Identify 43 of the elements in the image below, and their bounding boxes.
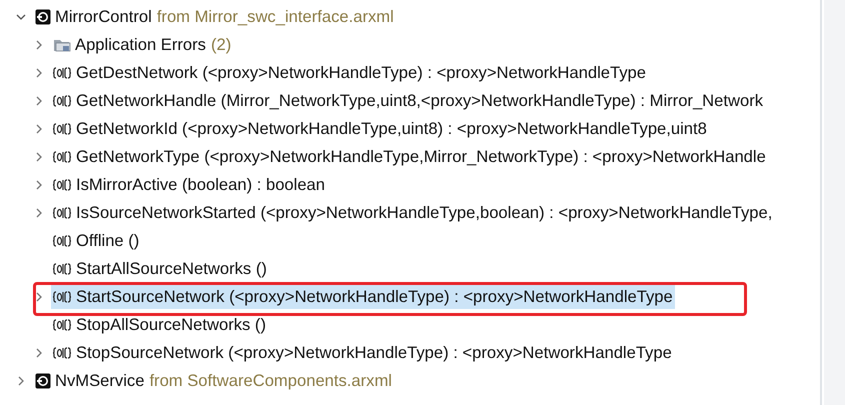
chevron-right-icon[interactable] — [34, 40, 44, 50]
tree-item[interactable]: GetNetworkId (<proxy>NetworkHandleType,uint8) : <proxy>NetworkHandleType,uint8 — [51, 117, 709, 141]
component-name: NvMService — [55, 371, 144, 391]
tree-item[interactable]: GetNetworkHandle (Mirror_NetworkType,uint8,<proxy>NetworkHandleType) : Mirror_Network — [51, 89, 766, 113]
component-icon — [35, 373, 51, 389]
chevron-right-icon[interactable] — [34, 124, 44, 134]
chevron-down-icon[interactable] — [16, 12, 26, 22]
chevron-right-icon[interactable] — [16, 376, 26, 386]
source-file: from SoftwareComponents.arxml — [149, 371, 392, 391]
chevron-right-icon[interactable] — [34, 348, 44, 358]
tree-item[interactable]: StartSourceNetwork (<proxy>NetworkHandleType) : <proxy>NetworkHandleType — [51, 285, 675, 309]
tree-item[interactable]: StopSourceNetwork (<proxy>NetworkHandleType) : <proxy>NetworkHandleType — [51, 341, 674, 365]
operation-icon — [53, 95, 71, 107]
tree-item[interactable]: IsMirrorActive (boolean) : boolean — [51, 173, 328, 197]
operation-icon — [53, 123, 71, 135]
chevron-right-icon[interactable] — [34, 96, 44, 106]
component-icon — [35, 9, 51, 25]
chevron-right-icon[interactable] — [34, 68, 44, 78]
operation-icon — [53, 319, 71, 331]
operation-icon — [53, 207, 71, 219]
operation-icon — [53, 67, 71, 79]
folder-icon — [53, 37, 71, 53]
component-name: MirrorControl — [55, 7, 152, 27]
tree-item[interactable]: Application Errors (2) — [51, 33, 234, 57]
operation-icon — [53, 347, 71, 359]
tree-item[interactable]: Offline () — [51, 229, 142, 253]
chevron-right-icon[interactable] — [34, 152, 44, 162]
tree-item[interactable]: MirrorControl from Mirror_swc_interface.arxml — [33, 5, 396, 29]
tree-item[interactable]: GetDestNetwork (<proxy>NetworkHandleType) : <proxy>NetworkHandleType — [51, 61, 648, 85]
source-file: from Mirror_swc_interface.arxml — [156, 7, 394, 27]
tree-item[interactable]: StopAllSourceNetworks () — [51, 313, 268, 337]
chevron-right-icon[interactable] — [34, 208, 44, 218]
tree-item[interactable]: IsSourceNetworkStarted (<proxy>NetworkHandleType,boolean) : <proxy>NetworkHandleType, — [51, 201, 774, 225]
operation-icon — [53, 235, 71, 247]
tree-item[interactable]: StartAllSourceNetworks () — [51, 257, 269, 281]
chevron-right-icon[interactable] — [34, 292, 44, 302]
operation-icon — [53, 291, 71, 303]
operation-icon — [53, 151, 71, 163]
operation-icon — [53, 263, 71, 275]
tree-item[interactable]: GetNetworkType (<proxy>NetworkHandleType,Mirror_NetworkType) : <proxy>NetworkHandle — [51, 145, 768, 169]
operation-icon — [53, 179, 71, 191]
chevron-right-icon[interactable] — [34, 180, 44, 190]
tree-item[interactable]: NvMService from SoftwareComponents.arxml — [33, 369, 394, 393]
